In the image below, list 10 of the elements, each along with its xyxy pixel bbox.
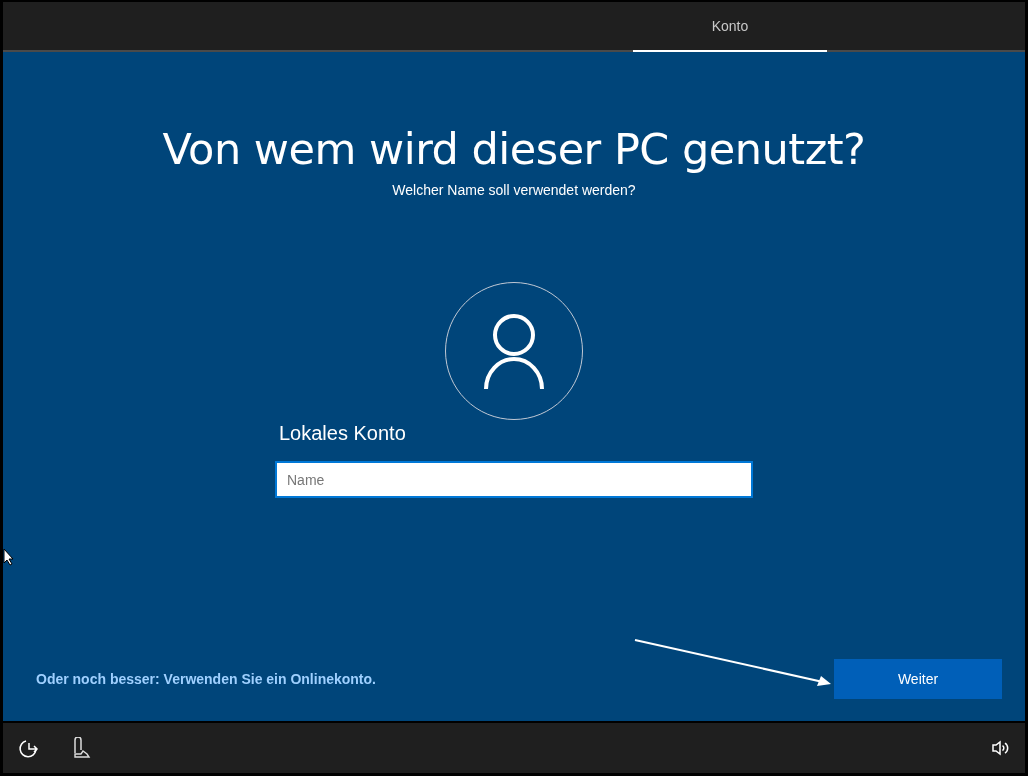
online-account-link[interactable]: Oder noch besser: Verwenden Sie ein Onlinekonto. xyxy=(36,671,376,687)
name-field[interactable]: Name xyxy=(275,461,753,498)
mouse-cursor-icon xyxy=(3,548,15,566)
microphone-icon[interactable] xyxy=(71,737,91,759)
section-label: Lokales Konto xyxy=(279,422,407,445)
ease-of-access-icon[interactable] xyxy=(19,738,39,758)
volume-icon[interactable] xyxy=(991,740,1009,756)
next-button[interactable]: Weiter xyxy=(834,659,1002,699)
page-heading: Von wem wird dieser PC genutzt? xyxy=(162,124,866,174)
page-subheading: Welcher Name soll verwendet werden? xyxy=(392,182,636,198)
